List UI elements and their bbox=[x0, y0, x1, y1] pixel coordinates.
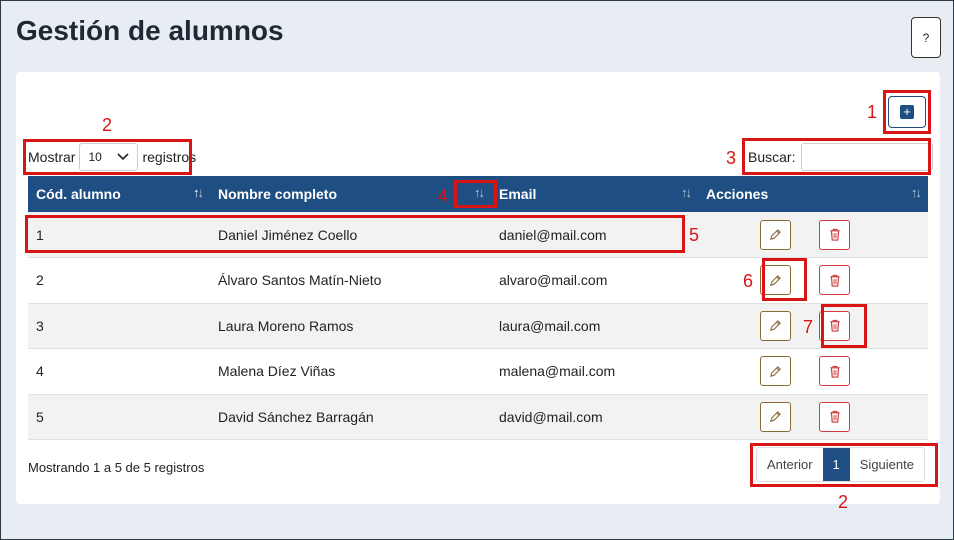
cell-email: malena@mail.com bbox=[491, 348, 698, 395]
cell-id: 2 bbox=[28, 257, 210, 304]
cell-actions bbox=[698, 348, 928, 395]
annotation-box-2 bbox=[23, 139, 192, 175]
annotation-number: 3 bbox=[726, 148, 737, 168]
annotation-number: 1 bbox=[867, 102, 878, 122]
annotation-box-4 bbox=[454, 180, 497, 208]
annotation-box-6 bbox=[762, 258, 807, 301]
annotation-number: 6 bbox=[743, 271, 754, 291]
delete-button[interactable] bbox=[819, 265, 850, 296]
header-email[interactable]: Email ↑↓ bbox=[491, 176, 698, 212]
delete-button[interactable] bbox=[819, 401, 850, 432]
header-actions-label: Acciones bbox=[706, 186, 769, 202]
annotation-number: 4 bbox=[438, 186, 449, 206]
sort-asc-icon: ↑↓ bbox=[193, 185, 204, 200]
annotation-number: 5 bbox=[689, 225, 700, 245]
edit-button[interactable] bbox=[760, 219, 791, 250]
annotation-box-1 bbox=[883, 90, 931, 134]
trash-icon bbox=[829, 228, 841, 241]
table-row: 3 Laura Moreno Ramos laura@mail.com bbox=[28, 303, 928, 349]
annotation-number: 2 bbox=[838, 492, 849, 512]
pencil-icon bbox=[769, 228, 782, 241]
cell-name: Álvaro Santos Matín-Nieto bbox=[210, 257, 491, 304]
annotation-box-8 bbox=[750, 443, 938, 487]
delete-button[interactable] bbox=[819, 219, 850, 250]
edit-button[interactable] bbox=[760, 401, 791, 432]
table-info: Mostrando 1 a 5 de 5 registros bbox=[28, 460, 205, 475]
header-id[interactable]: Cód. alumno ↑↓ bbox=[28, 176, 210, 212]
cell-actions bbox=[698, 212, 928, 258]
trash-icon bbox=[829, 365, 841, 378]
edit-button[interactable] bbox=[760, 310, 791, 341]
page-title: Gestión de alumnos bbox=[16, 15, 284, 46]
annotation-box-5 bbox=[25, 215, 685, 253]
cell-id: 3 bbox=[28, 303, 210, 349]
table-row: 4 Malena Díez Viñas malena@mail.com bbox=[28, 348, 928, 395]
pencil-icon bbox=[769, 410, 782, 423]
trash-icon bbox=[829, 274, 841, 287]
cell-email: david@mail.com bbox=[491, 394, 698, 440]
cell-actions bbox=[698, 394, 928, 440]
cell-name: David Sánchez Barragán bbox=[210, 394, 491, 440]
edit-button[interactable] bbox=[760, 356, 791, 387]
annotation-number: 2 bbox=[102, 115, 113, 135]
cell-email: laura@mail.com bbox=[491, 303, 698, 349]
cell-name: Malena Díez Viñas bbox=[210, 348, 491, 395]
header-id-label: Cód. alumno bbox=[36, 186, 121, 202]
trash-icon bbox=[829, 410, 841, 423]
cell-email: alvaro@mail.com bbox=[491, 257, 698, 304]
annotation-box-3 bbox=[742, 138, 931, 175]
sort-icon: ↑↓ bbox=[911, 185, 922, 200]
cell-actions bbox=[698, 257, 928, 304]
annotation-box-7 bbox=[821, 304, 867, 348]
sort-icon: ↑↓ bbox=[681, 185, 692, 200]
annotation-number: 7 bbox=[803, 317, 814, 337]
pencil-icon bbox=[769, 365, 782, 378]
delete-button[interactable] bbox=[819, 356, 850, 387]
cell-name: Laura Moreno Ramos bbox=[210, 303, 491, 349]
table-row: 5 David Sánchez Barragán david@mail.com bbox=[28, 394, 928, 440]
cell-id: 4 bbox=[28, 348, 210, 395]
cell-id: 5 bbox=[28, 394, 210, 440]
header-name[interactable]: Nombre completo ↑↓ bbox=[210, 176, 491, 212]
pencil-icon bbox=[769, 319, 782, 332]
header-email-label: Email bbox=[499, 186, 537, 202]
help-button[interactable]: ? bbox=[911, 17, 941, 58]
header-name-label: Nombre completo bbox=[218, 186, 338, 202]
header-actions[interactable]: Acciones ↑↓ bbox=[698, 176, 928, 212]
